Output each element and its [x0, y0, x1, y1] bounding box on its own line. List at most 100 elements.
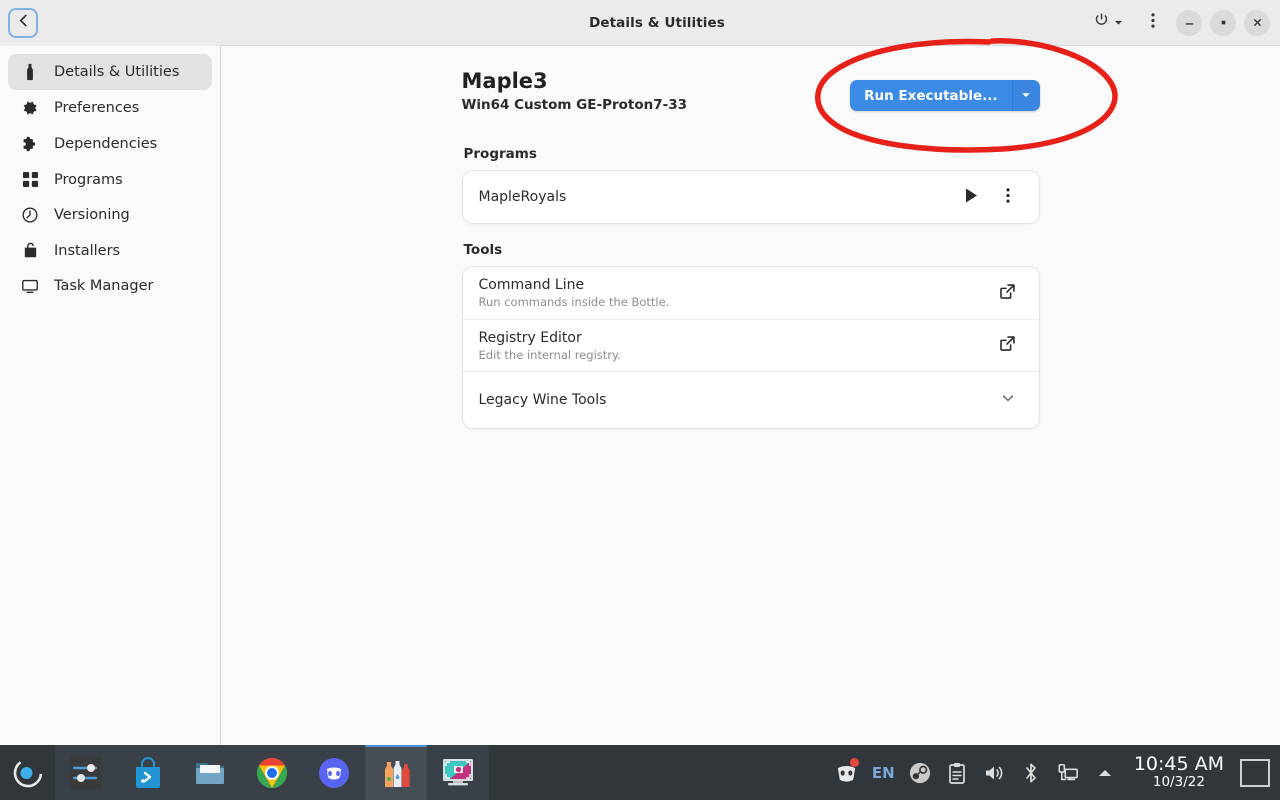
sidebar-item-versioning[interactable]: Versioning	[8, 197, 212, 233]
taskbar-item-system-settings[interactable]	[55, 745, 117, 800]
chevron-left-icon	[16, 13, 31, 32]
notification-badge	[849, 758, 859, 767]
minimize-button[interactable]	[1176, 9, 1202, 36]
registry-editor-open-button[interactable]	[993, 331, 1023, 361]
tray-steam-icon[interactable]	[902, 745, 939, 800]
command-line-open-button[interactable]	[993, 278, 1023, 308]
tool-subtitle: Run commands inside the Bottle.	[478, 295, 670, 309]
bottles-app-window: Details & Utilities Details & Utilities …	[0, 0, 1280, 745]
programs-heading: Programs	[463, 146, 537, 162]
sidebar-item-programs[interactable]: Programs	[8, 162, 212, 197]
tray-show-hidden-icon[interactable]	[1087, 745, 1124, 800]
tools-heading: Tools	[463, 242, 503, 258]
run-executable-button[interactable]: Run Executable...	[850, 80, 1013, 111]
taskbar-item-file-manager[interactable]	[179, 745, 241, 800]
run-executable-dropdown-button[interactable]	[1012, 80, 1040, 111]
tray-bluetooth-icon[interactable]	[1013, 745, 1050, 800]
close-icon	[1252, 13, 1263, 32]
tool-title: Command Line	[478, 277, 585, 293]
taskbar-item-discord[interactable]	[303, 745, 365, 800]
tool-title: Legacy Wine Tools	[478, 392, 607, 408]
program-run-button[interactable]	[957, 182, 987, 212]
tool-row-legacy-wine-tools[interactable]: Legacy Wine Tools	[462, 371, 1039, 428]
bottle-name: Maple3	[461, 69, 548, 93]
tool-subtitle: Edit the internal registry.	[478, 347, 621, 362]
back-button[interactable]	[8, 7, 38, 38]
sidebar-item-label: Task Manager	[54, 278, 154, 294]
titlebar-left-section	[0, 0, 221, 46]
close-button[interactable]	[1244, 9, 1270, 36]
titlebar-controls	[1093, 8, 1280, 38]
kebab-menu-icon	[1151, 12, 1155, 33]
window-titlebar: Details & Utilities	[0, 0, 1280, 46]
window-title: Details & Utilities	[589, 14, 725, 31]
details-page: Maple3 Win64 Custom GE-Proton7-33 Run Ex…	[461, 46, 1040, 429]
clock-time: 10:45 AM	[1133, 753, 1224, 776]
chevron-down-icon	[1113, 13, 1124, 32]
grid-icon	[20, 171, 40, 188]
tray-discord-icon[interactable]	[828, 745, 865, 800]
power-icon	[1093, 12, 1110, 33]
run-executable-split-button: Run Executable...	[850, 80, 1040, 111]
play-icon	[964, 187, 979, 208]
tray-clipboard-icon[interactable]	[939, 745, 976, 800]
clock-date: 10/3/22	[1152, 774, 1205, 791]
sidebar-item-label: Dependencies	[54, 136, 158, 152]
sidebar-item-label: Preferences	[54, 100, 140, 116]
taskbar-clock[interactable]: 10:45 AM 10/3/22	[1124, 753, 1234, 791]
taskbar-item-chrome[interactable]	[241, 745, 303, 800]
sidebar-item-dependencies[interactable]: Dependencies	[8, 126, 212, 162]
tray-volume-icon[interactable]	[976, 745, 1013, 800]
program-texts: MapleRoyals	[479, 189, 957, 205]
maximize-button[interactable]	[1210, 9, 1236, 36]
puzzle-icon	[20, 135, 40, 153]
sidebar-item-label: Details & Utilities	[54, 64, 180, 80]
monitor-icon	[20, 277, 40, 295]
power-menu-button[interactable]	[1093, 12, 1124, 33]
keyboard-layout-label: EN	[871, 763, 895, 782]
sidebar-item-preferences[interactable]: Preferences	[8, 90, 212, 126]
bottle-header: Maple3 Win64 Custom GE-Proton7-33 Run Ex…	[462, 68, 1040, 128]
tool-row-registry-editor[interactable]: Registry Editor Edit the internal regist…	[462, 319, 1039, 371]
content-area: Maple3 Win64 Custom GE-Proton7-33 Run Ex…	[221, 46, 1280, 745]
caret-down-icon	[1020, 86, 1032, 105]
gear-icon	[20, 99, 40, 117]
chevron-down-icon	[1000, 390, 1016, 410]
sidebar-item-label: Versioning	[54, 207, 130, 223]
sidebar: Details & Utilities Preferences Dependen…	[0, 46, 221, 745]
bottle-icon	[20, 63, 40, 81]
tool-texts: Registry Editor Edit the internal regist…	[479, 330, 993, 362]
bag-icon	[20, 242, 40, 259]
tools-card: Command Line Run commands inside the Bot…	[461, 266, 1040, 429]
program-name: MapleRoyals	[478, 189, 567, 205]
external-link-icon	[999, 283, 1016, 304]
tray-keyboard-layout[interactable]: EN	[865, 745, 902, 800]
kebab-menu-icon	[1005, 187, 1010, 208]
tool-texts: Legacy Wine Tools	[479, 392, 993, 408]
taskbar-item-discover-store[interactable]	[117, 745, 179, 800]
program-row[interactable]: MapleRoyals	[463, 171, 1039, 223]
tool-title: Registry Editor	[478, 329, 582, 346]
minimize-icon	[1184, 13, 1195, 32]
sidebar-item-task-manager[interactable]: Task Manager	[8, 268, 212, 304]
taskbar-item-spectacle[interactable]	[427, 745, 489, 800]
program-menu-button[interactable]	[993, 182, 1023, 212]
tool-row-command-line[interactable]: Command Line Run commands inside the Bot…	[463, 267, 1039, 319]
sidebar-item-label: Programs	[54, 171, 123, 188]
tool-texts: Command Line Run commands inside the Bot…	[479, 277, 993, 309]
maximize-icon	[1218, 13, 1229, 32]
taskbar-item-bottles[interactable]	[365, 745, 427, 800]
bottle-identity: Maple3 Win64 Custom GE-Proton7-33	[462, 68, 688, 113]
show-desktop-icon[interactable]	[1240, 758, 1270, 787]
titlebar-center: Details & Utilities	[221, 15, 1093, 31]
programs-card: MapleRoyals	[461, 170, 1040, 224]
tray-network-icon[interactable]	[1050, 745, 1087, 800]
kde-launcher-icon[interactable]	[0, 745, 55, 800]
system-tray: EN 10:45 AM 10/3/22	[828, 745, 1280, 800]
legacy-wine-tools-expander[interactable]	[993, 385, 1023, 415]
external-link-icon	[999, 335, 1016, 356]
sidebar-item-details-utilities[interactable]: Details & Utilities	[8, 54, 212, 90]
main-menu-button[interactable]	[1138, 8, 1168, 38]
sidebar-item-label: Installers	[54, 242, 121, 259]
sidebar-item-installers[interactable]: Installers	[8, 233, 212, 268]
